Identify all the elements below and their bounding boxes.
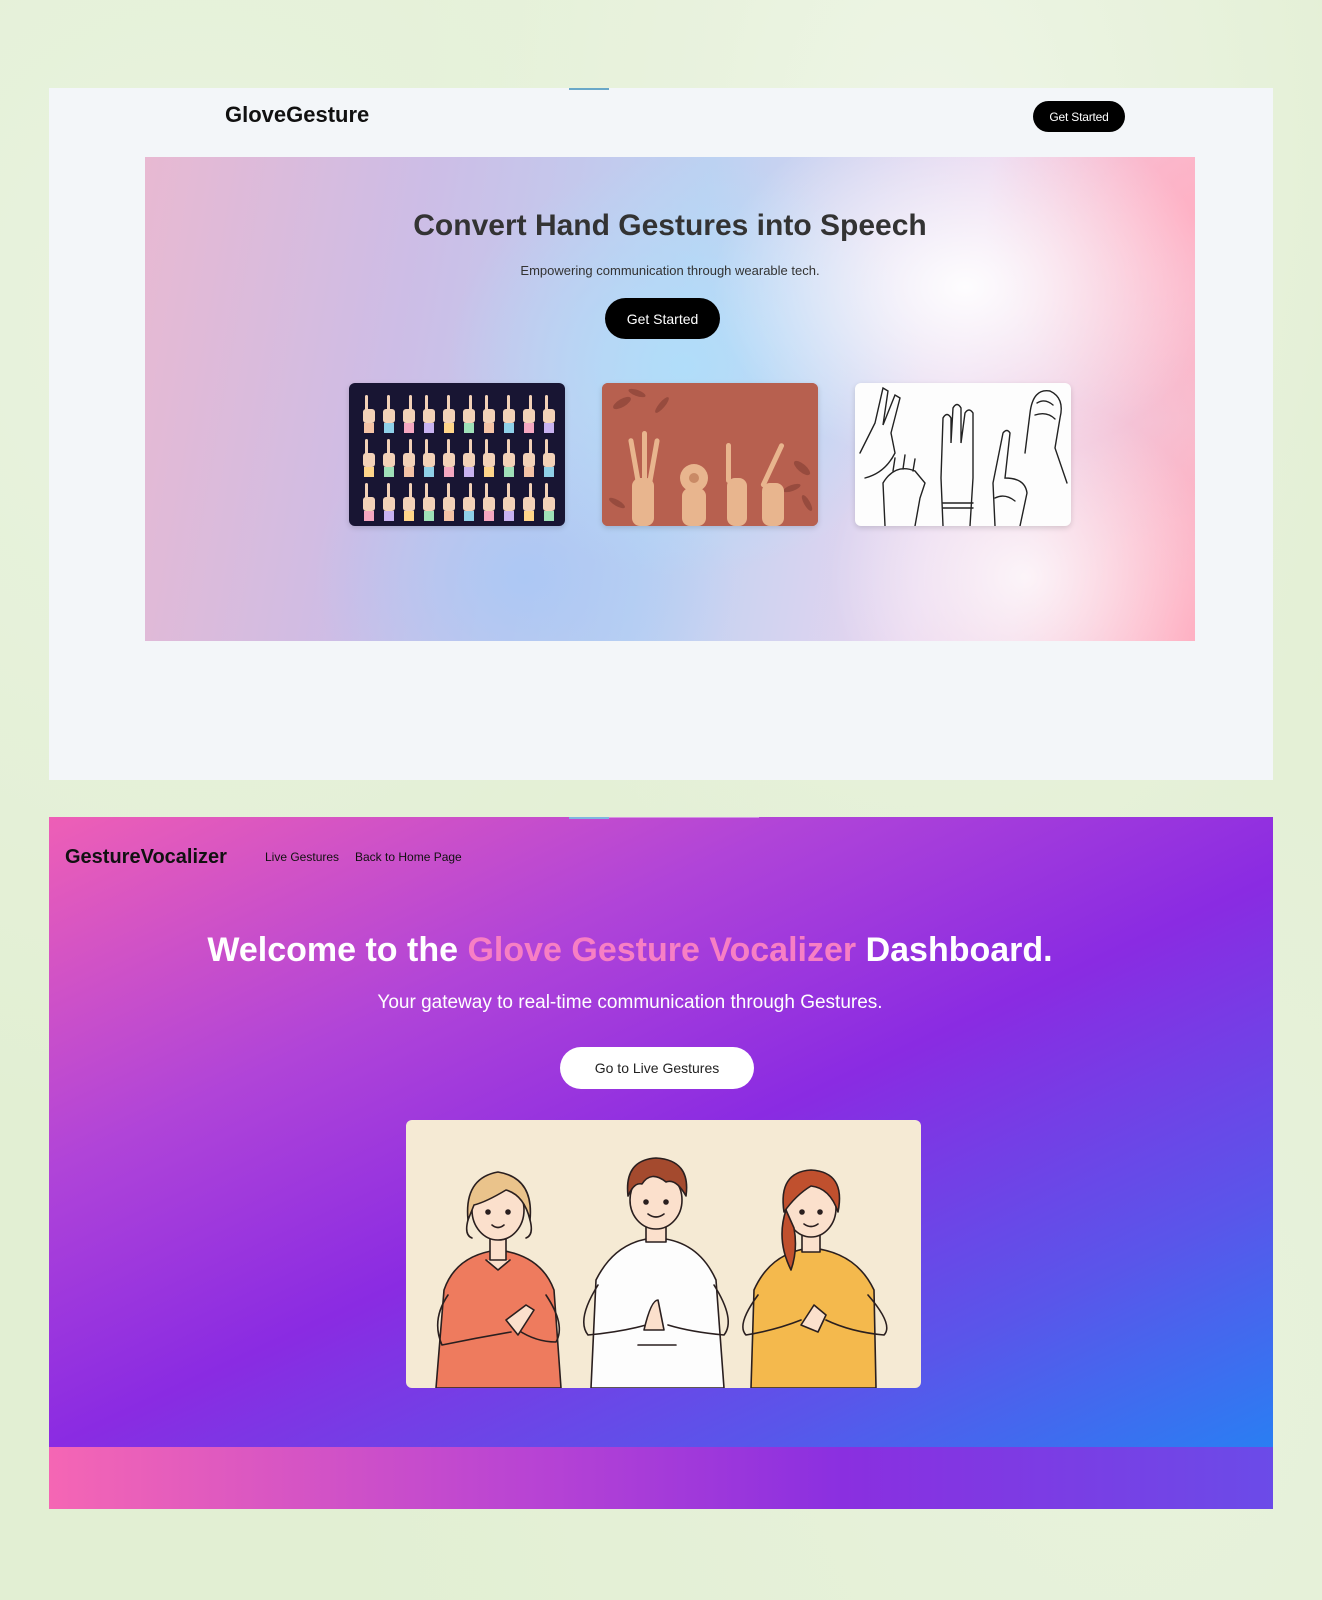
sign-hand-icon: [483, 395, 495, 433]
sign-hand-icon: [503, 439, 515, 477]
sign-hand-icon: [423, 395, 435, 433]
sign-hand-icon: [383, 483, 395, 521]
hero-get-started-button[interactable]: Get Started: [605, 298, 720, 339]
go-to-live-gestures-button[interactable]: Go to Live Gestures: [560, 1047, 754, 1089]
sign-hand-icon: [423, 483, 435, 521]
three-people-signing-image: [435, 1157, 888, 1388]
hero-subtitle: Empowering communication through wearabl…: [520, 263, 820, 278]
sign-hand-icon: [543, 395, 555, 433]
hands-signing-photo-image: [602, 383, 818, 526]
top-indicator: [569, 817, 609, 819]
nav-home-link[interactable]: Back to Home Page: [355, 850, 462, 864]
sign-hand-icon: [423, 439, 435, 477]
brand-logo[interactable]: GloveGesture: [225, 102, 369, 128]
sign-hand-icon: [463, 483, 475, 521]
welcome-text-start: Welcome to the: [207, 931, 468, 969]
dashboard-tagline: Your gateway to real-time communication …: [377, 992, 883, 1013]
dashboard-brand-logo[interactable]: GestureVocalizer: [65, 846, 227, 869]
welcome-text-end: Dashboard.: [856, 931, 1053, 969]
dashboard-screenshot: GestureVocalizer Live Gestures Back to H…: [49, 817, 1273, 1509]
sign-hand-icon: [443, 439, 455, 477]
sign-hand-icon: [523, 439, 535, 477]
sign-alphabet-illustration: [363, 395, 555, 521]
sign-hand-icon: [463, 395, 475, 433]
sign-alphabet-grid-image: [349, 383, 565, 526]
hand-sketch-illustration: [859, 386, 1068, 526]
hands-photo-illustration: [602, 383, 818, 526]
welcome-highlight: Glove Gesture Vocalizer: [467, 931, 857, 969]
sign-hand-icon: [363, 439, 375, 477]
sign-hand-icon: [403, 483, 415, 521]
nav-live-gestures-link[interactable]: Live Gestures: [265, 850, 339, 864]
sign-hand-icon: [523, 483, 535, 521]
footer-band: [49, 1447, 1273, 1509]
hand-sketch-image: [855, 383, 1071, 526]
sign-hand-icon: [503, 483, 515, 521]
sign-hand-icon: [363, 483, 375, 521]
landing-page-screenshot: GloveGesture Get Started Convert Hand Ge…: [49, 88, 1273, 780]
sign-hand-icon: [523, 395, 535, 433]
top-indicator-line: [609, 817, 759, 818]
top-indicator: [569, 88, 609, 90]
sign-hand-icon: [383, 439, 395, 477]
sign-hand-icon: [483, 483, 495, 521]
sign-hand-icon: [443, 483, 455, 521]
people-signing-illustration: [406, 1120, 921, 1388]
sign-hand-icon: [403, 439, 415, 477]
sign-hand-icon: [483, 439, 495, 477]
welcome-heading: Welcome to the Glove Gesture Vocalizer D…: [49, 931, 1211, 970]
sign-hand-icon: [503, 395, 515, 433]
sign-hand-icon: [463, 439, 475, 477]
sign-hand-icon: [443, 395, 455, 433]
hero-title: Convert Hand Gestures into Speech: [413, 209, 927, 242]
header-get-started-button[interactable]: Get Started: [1033, 101, 1125, 132]
sign-hand-icon: [403, 395, 415, 433]
hero-section: Convert Hand Gestures into Speech Empowe…: [145, 157, 1195, 641]
sign-hand-icon: [363, 395, 375, 433]
sign-hand-icon: [543, 439, 555, 477]
sign-hand-icon: [543, 483, 555, 521]
sign-hand-icon: [383, 395, 395, 433]
